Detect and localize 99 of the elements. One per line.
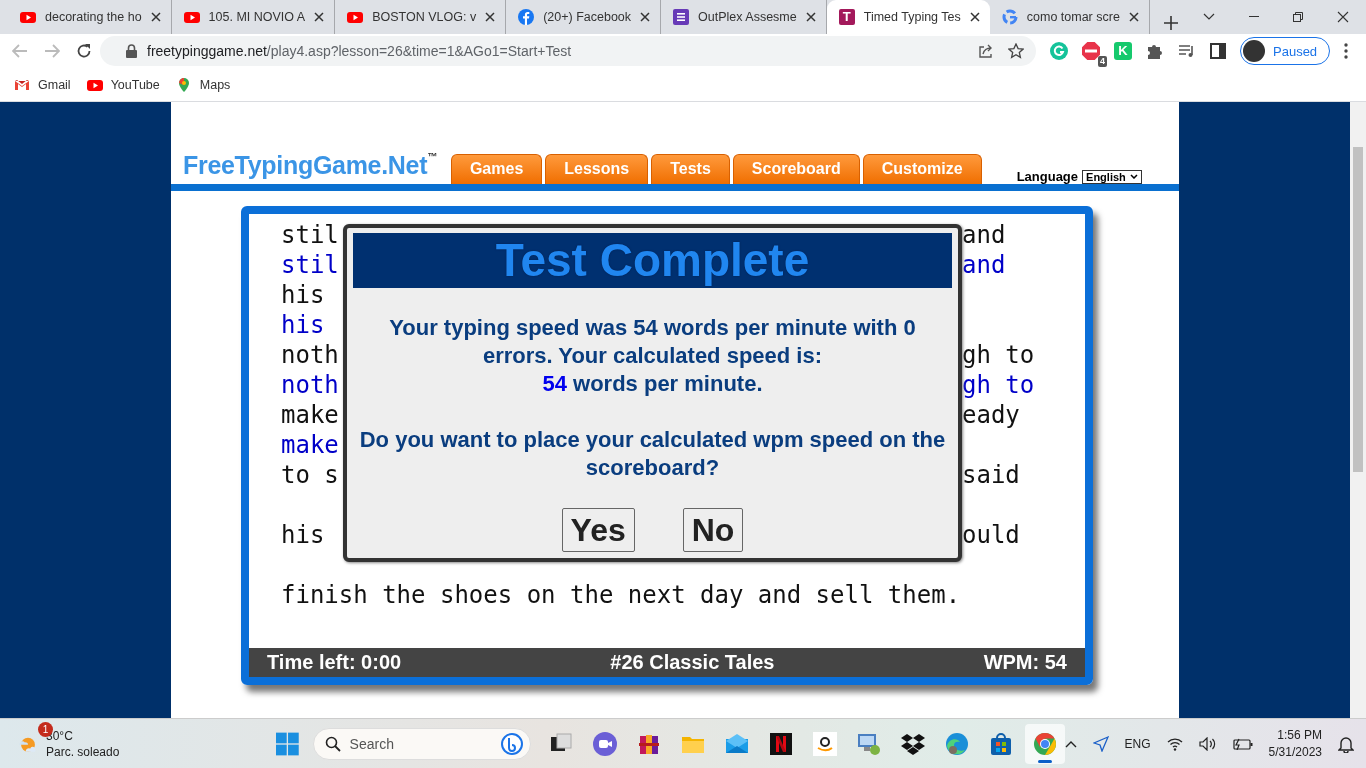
- chevron-down-icon[interactable]: [1203, 13, 1215, 21]
- passage-text: noth: [281, 340, 339, 370]
- passage-text: ould: [962, 520, 1020, 550]
- typed-text: gh to: [962, 370, 1035, 400]
- puzzle-icon[interactable]: [1146, 42, 1164, 60]
- social-icon: [518, 9, 535, 25]
- browser-tab[interactable]: T Timed Typing Tes: [826, 0, 990, 34]
- avatar: [1243, 40, 1265, 62]
- passage-text: finish the shoes on the next day and sell them.: [281, 580, 961, 610]
- close-icon[interactable]: [1128, 12, 1139, 22]
- close-icon[interactable]: [969, 12, 980, 22]
- browser-icon[interactable]: [943, 730, 970, 757]
- browser-tab[interactable]: decorating the ho: [8, 0, 172, 34]
- volume-icon[interactable]: [1198, 736, 1217, 751]
- stop-sign-icon[interactable]: [1082, 42, 1100, 60]
- tab-title: decorating the ho: [45, 10, 142, 24]
- passage-text: gh to: [962, 340, 1035, 370]
- result-message: Your typing speed was 54 words per minute with 0 errors. Your calculated speed is: 54 words per minute.: [388, 314, 917, 398]
- language-label: Language: [1016, 169, 1079, 184]
- start-icon[interactable]: [275, 731, 299, 756]
- close-icon[interactable]: [1337, 11, 1349, 23]
- browser-tab[interactable]: como tomar scre: [989, 0, 1150, 34]
- passage-text: make: [281, 400, 339, 430]
- close-icon[interactable]: [640, 12, 651, 22]
- tab-title: como tomar scre: [1026, 10, 1120, 24]
- close-icon[interactable]: [805, 12, 816, 22]
- weather-condition: Parc. soleado: [46, 743, 120, 760]
- site-logo[interactable]: FreeTypingGame.Net$^{™}$: [183, 151, 437, 180]
- passage-text: his: [281, 280, 325, 310]
- tab-title: (20+) Facebook: [543, 10, 632, 24]
- address-bar[interactable]: freetypinggame.net/play4.asp?lesson=26&time=1&AGo1=Start+Test: [100, 36, 1036, 66]
- bookmark[interactable]: YouTube: [86, 76, 160, 93]
- browser-tab[interactable]: BOSTON VLOG: v: [335, 0, 507, 34]
- browser-tab[interactable]: OutPlex Assesme: [661, 0, 827, 34]
- lock-icon: [126, 44, 137, 58]
- battery-icon[interactable]: [1232, 737, 1253, 750]
- shopping-icon[interactable]: [811, 730, 838, 757]
- minimize-icon[interactable]: [1249, 16, 1259, 18]
- browser-tab[interactable]: 105. MI NOVIO A: [171, 0, 336, 34]
- play-icon: [347, 9, 364, 25]
- typed-text: make: [281, 430, 339, 460]
- site-icon: T: [838, 9, 855, 25]
- clock-time[interactable]: 1:56 PM: [1268, 726, 1322, 744]
- answer-button[interactable]: No: [682, 508, 744, 552]
- search-icon: [324, 735, 341, 752]
- side-panel-icon[interactable]: [1210, 43, 1226, 59]
- reload-icon[interactable]: [76, 43, 92, 59]
- chevron-up-icon[interactable]: [1064, 739, 1077, 748]
- answer-button[interactable]: Yes: [561, 508, 635, 552]
- search-field[interactable]: Search: [312, 727, 531, 760]
- lesson-title: #26 Classic Tales: [610, 651, 775, 674]
- passage-text: to s: [281, 460, 339, 490]
- film-icon[interactable]: [767, 730, 794, 757]
- language-select[interactable]: English: [1082, 169, 1142, 184]
- form-icon: [673, 9, 690, 25]
- restore-icon[interactable]: [1293, 12, 1303, 22]
- star-icon[interactable]: [1008, 43, 1024, 59]
- search-engine-icon: [1001, 9, 1018, 25]
- location-icon[interactable]: [1092, 735, 1109, 752]
- bookmark[interactable]: Maps: [175, 76, 231, 93]
- dialog-question: Do you want to place your calculated wpm speed on the scoreboard?: [358, 426, 947, 482]
- close-icon[interactable]: [314, 12, 325, 22]
- close-icon[interactable]: [485, 12, 496, 22]
- typed-text: his: [281, 310, 325, 340]
- passage-text: stil: [281, 220, 339, 250]
- passage-text: eady: [962, 400, 1020, 430]
- passage-text: and: [962, 220, 1006, 250]
- url-text: freetypinggame.net/play4.asp?lesson=26&time=1&AGo1=Start+Test: [147, 43, 573, 59]
- scrollbar[interactable]: [1350, 102, 1366, 718]
- play-icon: [183, 9, 200, 25]
- caret-icon: [1129, 174, 1138, 179]
- scroll-thumb[interactable]: [1353, 147, 1363, 472]
- bookmark[interactable]: Gmail: [14, 76, 71, 93]
- plus-icon[interactable]: [1163, 16, 1178, 30]
- typed-text: noth: [281, 370, 339, 400]
- passage-text: his: [281, 520, 325, 550]
- time-left: Time left: 0:00: [267, 651, 402, 674]
- bell-icon[interactable]: [1338, 734, 1354, 753]
- wifi-icon[interactable]: [1166, 736, 1183, 751]
- input-language[interactable]: ENG: [1124, 736, 1151, 751]
- tab-title: BOSTON VLOG: v: [372, 10, 477, 24]
- close-icon[interactable]: [150, 12, 161, 22]
- typed-text: and: [962, 250, 1006, 280]
- passage-text: said: [962, 460, 1020, 490]
- wpm-readout: WPM: 54: [983, 651, 1067, 674]
- count-badge: 4: [1098, 56, 1107, 67]
- tab-title: OutPlex Assesme: [698, 10, 797, 24]
- playlist-icon[interactable]: [1178, 42, 1196, 60]
- typed-text: stil: [281, 250, 339, 280]
- chrome-icon[interactable]: [1031, 730, 1058, 757]
- menu-icon[interactable]: [1344, 43, 1349, 59]
- tab-title: 105. MI NOVIO A: [208, 10, 306, 24]
- play-icon: [20, 9, 36, 25]
- clock-date[interactable]: 5/31/2023: [1268, 743, 1322, 761]
- share-icon[interactable]: [978, 43, 994, 59]
- tab-title: Timed Typing Tes: [863, 10, 961, 24]
- browser-tab[interactable]: (20+) Facebook: [506, 0, 662, 34]
- dialog-title: Test Complete: [353, 233, 952, 288]
- video-call-icon[interactable]: [591, 730, 618, 757]
